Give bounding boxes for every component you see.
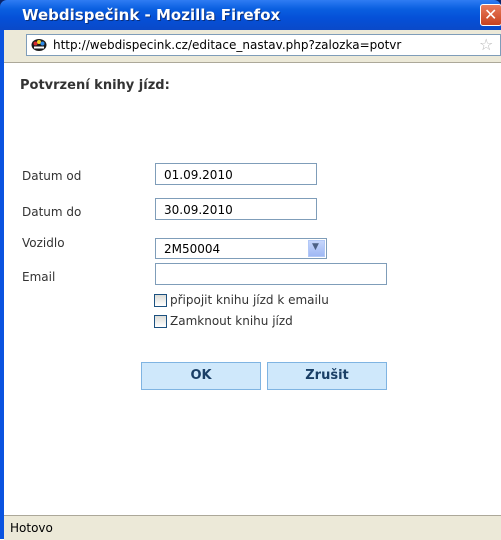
vehicle-dropdown-button[interactable]: ▼ <box>308 240 325 257</box>
star-icon[interactable]: ☆ <box>479 36 493 54</box>
url-text: http://webdispecink.cz/editace_nastav.ph… <box>53 38 402 52</box>
cancel-button[interactable]: Zrušit <box>267 362 387 390</box>
url-field[interactable]: http://webdispecink.cz/editace_nastav.ph… <box>26 34 501 56</box>
close-icon: ✕ <box>484 5 498 24</box>
vehicle-label: Vozidlo <box>22 236 65 250</box>
window-body: http://webdispecink.cz/editace_nastav.ph… <box>4 30 501 540</box>
site-icon <box>31 39 47 51</box>
status-bar: Hotovo <box>4 515 501 540</box>
date-from-input[interactable]: 01.09.2010 <box>155 163 317 185</box>
lock-checkbox[interactable] <box>154 315 167 328</box>
email-label: Email <box>22 270 56 284</box>
lock-label: Zamknout knihu jízd <box>170 314 293 328</box>
title-bar: Webdispečink - Mozilla Firefox ✕ <box>0 0 501 30</box>
ok-button[interactable]: OK <box>141 362 261 390</box>
chevron-down-icon: ▼ <box>312 242 319 252</box>
close-button[interactable]: ✕ <box>480 4 501 26</box>
attach-label: připojit knihu jízd k emailu <box>170 293 329 307</box>
attach-checkbox[interactable] <box>154 294 167 307</box>
email-input[interactable] <box>155 263 387 285</box>
vehicle-select-value: 2M50004 <box>164 242 221 256</box>
browser-window: Webdispečink - Mozilla Firefox ✕ http://… <box>0 0 501 540</box>
form-heading: Potvrzení knihy jízd: <box>20 78 170 93</box>
address-bar: http://webdispecink.cz/editace_nastav.ph… <box>4 30 501 63</box>
date-from-label: Datum od <box>22 169 82 183</box>
date-to-label: Datum do <box>22 205 82 219</box>
vehicle-select[interactable]: 2M50004 ▼ <box>155 238 327 259</box>
window-title: Webdispečink - Mozilla Firefox <box>22 6 281 24</box>
dialog-content: Potvrzení knihy jízd: Datum od 01.09.201… <box>4 63 501 515</box>
status-text: Hotovo <box>10 521 53 535</box>
window-frame: http://webdispecink.cz/editace_nastav.ph… <box>0 30 501 540</box>
date-to-input[interactable]: 30.09.2010 <box>155 198 317 220</box>
